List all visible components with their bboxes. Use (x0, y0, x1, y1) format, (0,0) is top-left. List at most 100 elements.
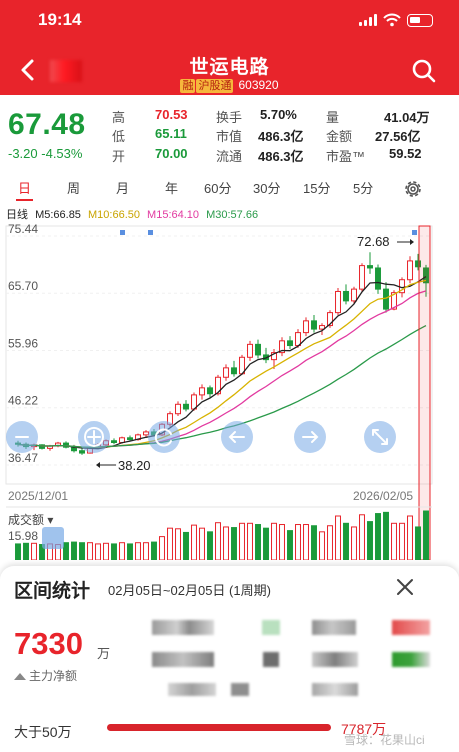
blurred-cell (168, 683, 216, 696)
kline-chart[interactable]: 75.44 65.70 55.96 46.22 36.47 72.68 38.20 2025/… (0, 220, 459, 560)
connect-badge: 沪股通 (196, 79, 234, 93)
gear-icon[interactable] (402, 178, 424, 200)
volume-bar (423, 510, 429, 560)
volume-bar (79, 542, 85, 560)
blurred-cell (312, 683, 358, 696)
volume-bar (303, 524, 309, 560)
x-label-start: 2025/12/01 (8, 489, 68, 503)
volume-bar (351, 526, 357, 560)
mcap-value: 486.3亿 (258, 129, 304, 144)
volume-bar (215, 522, 221, 560)
volume-bar (63, 542, 69, 560)
stock-name: 世运电路 (189, 57, 270, 78)
volume-bar (319, 531, 325, 560)
ma5-line (17, 276, 427, 450)
high-row: 高 (112, 107, 125, 126)
candle-body (287, 340, 293, 347)
float-label: 流通 (216, 149, 243, 164)
volume-bar (175, 528, 181, 560)
tab-15min[interactable]: 15分 (303, 178, 330, 197)
battery-icon (407, 13, 433, 27)
volume-label: 量 (326, 110, 340, 125)
volume-axis-label: 15.98 (8, 529, 38, 543)
float-value: 486.3亿 (258, 149, 304, 164)
blurred-cell (312, 620, 356, 635)
last-price: 67.48 (8, 108, 86, 141)
volume-bar (399, 522, 405, 560)
candle-body (223, 367, 229, 378)
volume-bar (207, 531, 213, 560)
y-tick-label: 46.22 (8, 394, 38, 408)
open-label: 开 (112, 149, 126, 164)
volume-bar (263, 527, 269, 560)
stock-subtitle: 融沪股通 603920 (0, 78, 459, 93)
low-label: 低 (112, 129, 126, 144)
volume-bar (327, 525, 333, 560)
low-value: 65.11 (155, 126, 187, 141)
candle-body (231, 367, 237, 375)
candle-body (367, 265, 373, 269)
volume-bar (103, 542, 109, 560)
candle-body (255, 343, 261, 356)
status-icons (359, 10, 433, 30)
refresh-button[interactable] (148, 421, 180, 453)
pe-value: 59.52 (389, 146, 422, 161)
volume-bar (343, 522, 349, 560)
volume-value: 41.04万 (384, 110, 430, 125)
main-net-amount: 7330 (14, 626, 83, 661)
volume-bar (71, 541, 77, 560)
expand-button[interactable] (364, 421, 396, 453)
volume-bar (271, 522, 277, 560)
high-value: 70.53 (155, 107, 188, 122)
status-time: 19:14 (38, 10, 82, 29)
share-icon (42, 527, 64, 549)
candle-body (79, 450, 85, 454)
volume-bar (159, 536, 165, 560)
candle-body (111, 440, 117, 443)
blurred-cell (152, 652, 214, 667)
volume-bar (247, 522, 253, 560)
blurred-cell (392, 620, 430, 635)
candle-body (359, 265, 365, 290)
search-icon[interactable] (411, 58, 437, 84)
arrow-left-button[interactable] (221, 421, 253, 453)
x-label-end: 2026/02/05 (353, 489, 413, 503)
tab-year[interactable]: 年 (165, 178, 178, 197)
volume-bar (191, 524, 197, 560)
watermark: 雪球：花果山ci (344, 733, 425, 747)
zoom-in-button[interactable] (78, 421, 110, 453)
tab-month[interactable]: 月 (116, 178, 129, 197)
volume-bar (415, 526, 421, 560)
candle-body (199, 387, 205, 396)
tab-day[interactable]: 日 (15, 178, 34, 201)
candle-body (183, 403, 189, 410)
volume-bar (287, 530, 293, 560)
volume-bar (383, 511, 389, 560)
wifi-icon (383, 13, 401, 27)
y-tick-label: 55.96 (8, 336, 38, 350)
top-header: 19:14 世运电路 融沪股通 603920 (0, 0, 459, 95)
candle-body (311, 320, 317, 330)
candle-body (295, 332, 301, 347)
mcap-label: 市值 (216, 129, 243, 144)
candle-body (375, 267, 381, 290)
blurred-cell (231, 683, 249, 696)
blurred-cell (312, 652, 358, 667)
margin-badge: 融 (180, 79, 196, 93)
zoom-out-button[interactable] (6, 421, 38, 453)
arrow-right-button[interactable] (294, 421, 326, 453)
candle-body (143, 431, 149, 436)
candle-body (343, 290, 349, 302)
volume-bar (127, 543, 133, 560)
change-amount: -3.20 (8, 146, 38, 161)
tab-week[interactable]: 周 (67, 178, 80, 197)
candle-body (303, 320, 309, 334)
candle-body (351, 288, 357, 302)
volume-bar (231, 527, 237, 560)
triangle-up-icon (14, 673, 26, 680)
tab-30min[interactable]: 30分 (253, 178, 280, 197)
tab-60min[interactable]: 60分 (204, 178, 231, 197)
close-icon[interactable] (396, 578, 414, 596)
y-tick-label: 75.44 (8, 222, 38, 236)
tab-5min[interactable]: 5分 (353, 178, 373, 197)
